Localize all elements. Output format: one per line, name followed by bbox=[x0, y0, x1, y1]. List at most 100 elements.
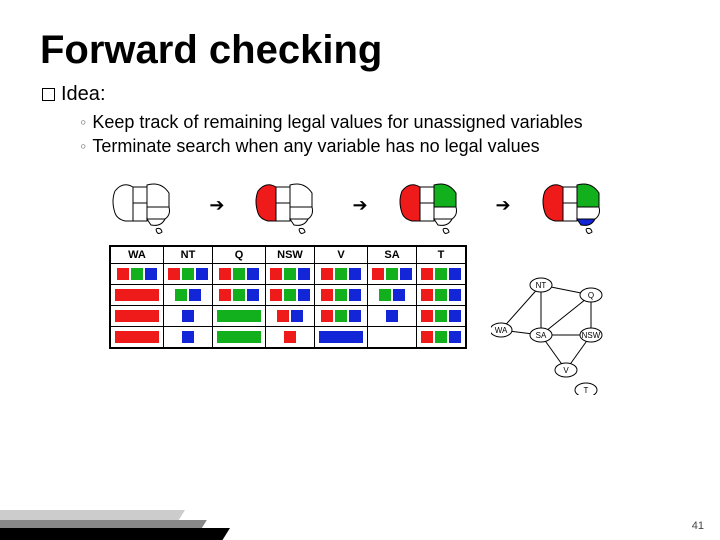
domain-cell bbox=[368, 305, 417, 326]
domain-table: WANTQNSWVSAT bbox=[109, 245, 467, 349]
constraint-graph: WA NT Q NSW V SA T bbox=[491, 275, 611, 395]
color-swatch bbox=[435, 310, 447, 322]
color-swatch bbox=[284, 268, 296, 280]
color-swatch bbox=[175, 289, 187, 301]
domain-cell bbox=[266, 263, 315, 284]
graph-node: Q bbox=[580, 288, 602, 302]
domain-cell bbox=[266, 305, 315, 326]
color-swatch bbox=[284, 331, 296, 343]
graph-node: T bbox=[575, 383, 597, 395]
graph-node: WA bbox=[491, 323, 512, 337]
domain-cell bbox=[266, 326, 315, 348]
col-header: SA bbox=[368, 246, 417, 264]
color-swatch bbox=[349, 289, 361, 301]
color-swatch bbox=[247, 289, 259, 301]
domain-cell bbox=[368, 263, 417, 284]
domain-cell bbox=[213, 305, 266, 326]
table-row bbox=[110, 284, 466, 305]
domain-cell bbox=[110, 284, 164, 305]
col-header: T bbox=[417, 246, 467, 264]
color-swatch bbox=[321, 268, 333, 280]
svg-text:NT: NT bbox=[536, 281, 547, 290]
color-swatch bbox=[379, 289, 391, 301]
color-swatch bbox=[291, 310, 303, 322]
domain-cell bbox=[417, 305, 467, 326]
sub-text: Terminate search when any variable has n… bbox=[92, 136, 539, 156]
svg-text:WA: WA bbox=[495, 326, 508, 335]
domain-cell bbox=[417, 263, 467, 284]
color-swatch bbox=[189, 289, 201, 301]
color-swatch bbox=[400, 268, 412, 280]
color-swatch bbox=[435, 289, 447, 301]
color-swatch bbox=[182, 331, 194, 343]
domain-cell bbox=[110, 305, 164, 326]
svg-text:SA: SA bbox=[536, 331, 547, 340]
color-swatch bbox=[270, 289, 282, 301]
checkbox-icon bbox=[42, 88, 55, 101]
figure-area: ➔ ➔ ➔ bbox=[40, 177, 680, 395]
color-swatch bbox=[233, 289, 245, 301]
sub-bullet: ◦Terminate search when any variable has … bbox=[80, 134, 680, 158]
graph-node: V bbox=[555, 363, 577, 377]
arrow-icon: ➔ bbox=[209, 195, 224, 216]
table-graph-row: WANTQNSWVSAT WA NT Q NSW V SA T bbox=[40, 245, 680, 395]
domain-cell bbox=[213, 263, 266, 284]
color-swatch bbox=[298, 289, 310, 301]
domain-cell bbox=[164, 326, 213, 348]
color-swatch bbox=[449, 331, 461, 343]
color-swatch bbox=[393, 289, 405, 301]
graph-node: SA bbox=[530, 328, 552, 342]
color-swatch bbox=[386, 268, 398, 280]
decorative-corner bbox=[0, 490, 220, 540]
domain-cell bbox=[164, 305, 213, 326]
domain-cell bbox=[110, 263, 164, 284]
domain-cell bbox=[417, 284, 467, 305]
slide-title: Forward checking bbox=[40, 28, 680, 73]
col-header: Q bbox=[213, 246, 266, 264]
domain-cell bbox=[213, 326, 266, 348]
color-swatch bbox=[217, 331, 261, 343]
color-swatch bbox=[115, 289, 159, 301]
color-swatch bbox=[270, 268, 282, 280]
sub-bullet: ◦Keep track of remaining legal values fo… bbox=[80, 110, 680, 134]
color-swatch bbox=[298, 268, 310, 280]
domain-cell bbox=[315, 326, 368, 348]
color-swatch bbox=[421, 289, 433, 301]
color-swatch bbox=[321, 310, 333, 322]
table-row bbox=[110, 263, 466, 284]
color-swatch bbox=[449, 289, 461, 301]
australia-map-icon bbox=[539, 177, 611, 235]
australia-map-icon bbox=[109, 177, 181, 235]
domain-cell bbox=[213, 284, 266, 305]
color-swatch bbox=[319, 331, 363, 343]
color-swatch bbox=[115, 331, 159, 343]
col-header: V bbox=[315, 246, 368, 264]
arrow-icon: ➔ bbox=[352, 195, 367, 216]
graph-node: NSW bbox=[580, 328, 602, 342]
color-swatch bbox=[449, 310, 461, 322]
col-header: NT bbox=[164, 246, 213, 264]
color-swatch bbox=[335, 268, 347, 280]
table-header-row: WANTQNSWVSAT bbox=[110, 246, 466, 264]
australia-map-icon bbox=[252, 177, 324, 235]
color-swatch bbox=[421, 331, 433, 343]
color-swatch bbox=[372, 268, 384, 280]
domain-cell bbox=[110, 326, 164, 348]
color-swatch bbox=[145, 268, 157, 280]
australia-map-icon bbox=[396, 177, 468, 235]
domain-cell bbox=[368, 326, 417, 348]
color-swatch bbox=[435, 331, 447, 343]
idea-bullet: Idea: bbox=[42, 83, 680, 106]
sub-text: Keep track of remaining legal values for… bbox=[92, 112, 582, 132]
color-swatch bbox=[277, 310, 289, 322]
col-header: NSW bbox=[266, 246, 315, 264]
color-swatch bbox=[421, 310, 433, 322]
color-swatch bbox=[421, 268, 433, 280]
arrow-icon: ➔ bbox=[496, 195, 511, 216]
table-row bbox=[110, 305, 466, 326]
domain-cell bbox=[417, 326, 467, 348]
color-swatch bbox=[335, 289, 347, 301]
col-header: WA bbox=[110, 246, 164, 264]
color-swatch bbox=[219, 289, 231, 301]
bullet-text: Idea bbox=[61, 83, 100, 105]
